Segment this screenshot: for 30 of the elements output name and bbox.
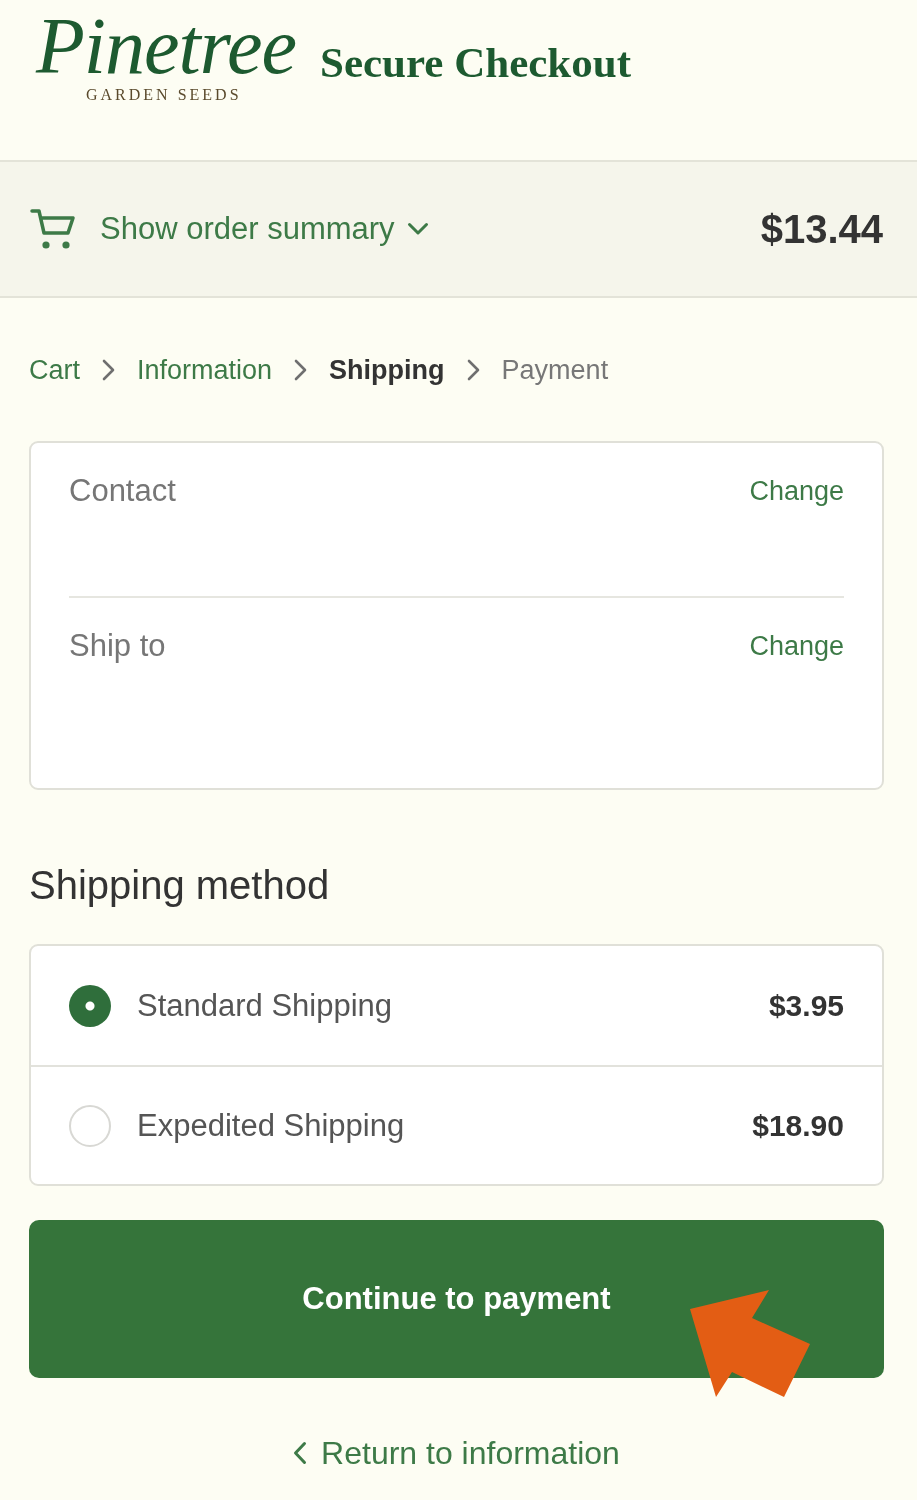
review-label: Contact (69, 473, 176, 509)
radio-button[interactable] (69, 1104, 111, 1147)
return-link[interactable]: Return to information (293, 1433, 620, 1473)
cart-icon (30, 206, 76, 252)
chevron-right-icon (294, 359, 308, 381)
change-link[interactable]: Change (749, 473, 844, 509)
logo-tagline: GARDEN SEEDS (86, 86, 242, 104)
breadcrumb-current: Shipping (329, 354, 445, 387)
breadcrumb-step: Payment (501, 353, 609, 387)
order-total: $13.44 (760, 206, 883, 253)
chevron-left-icon (293, 1441, 308, 1465)
section-heading: Shipping method (29, 862, 331, 909)
breadcrumb-link[interactable]: Cart (29, 353, 80, 387)
change-link[interactable]: Change (749, 628, 844, 664)
page-title: Secure Checkout (320, 38, 631, 88)
radio-button[interactable] (69, 984, 111, 1027)
chevron-icon (406, 222, 429, 236)
shipping-option[interactable]: Standard Shipping $3.95 (31, 946, 882, 1065)
continue-button[interactable]: Continue to payment (29, 1220, 884, 1378)
logo-wordmark: Pinetree (36, 6, 296, 86)
shipping-option[interactable]: Expedited Shipping $18.90 (31, 1065, 882, 1184)
chevron-right-icon (466, 359, 480, 381)
shipping-option-label: Expedited Shipping (137, 1106, 405, 1145)
shipping-option-label: Standard Shipping (137, 986, 393, 1025)
review-label: Ship to (69, 628, 166, 664)
order-summary-toggle[interactable]: Show order summary (100, 210, 429, 248)
shipping-price: $18.90 (752, 1107, 844, 1144)
breadcrumb-link[interactable]: Information (137, 353, 273, 387)
shipping-price: $3.95 (768, 987, 844, 1024)
chevron-right-icon (102, 359, 115, 381)
